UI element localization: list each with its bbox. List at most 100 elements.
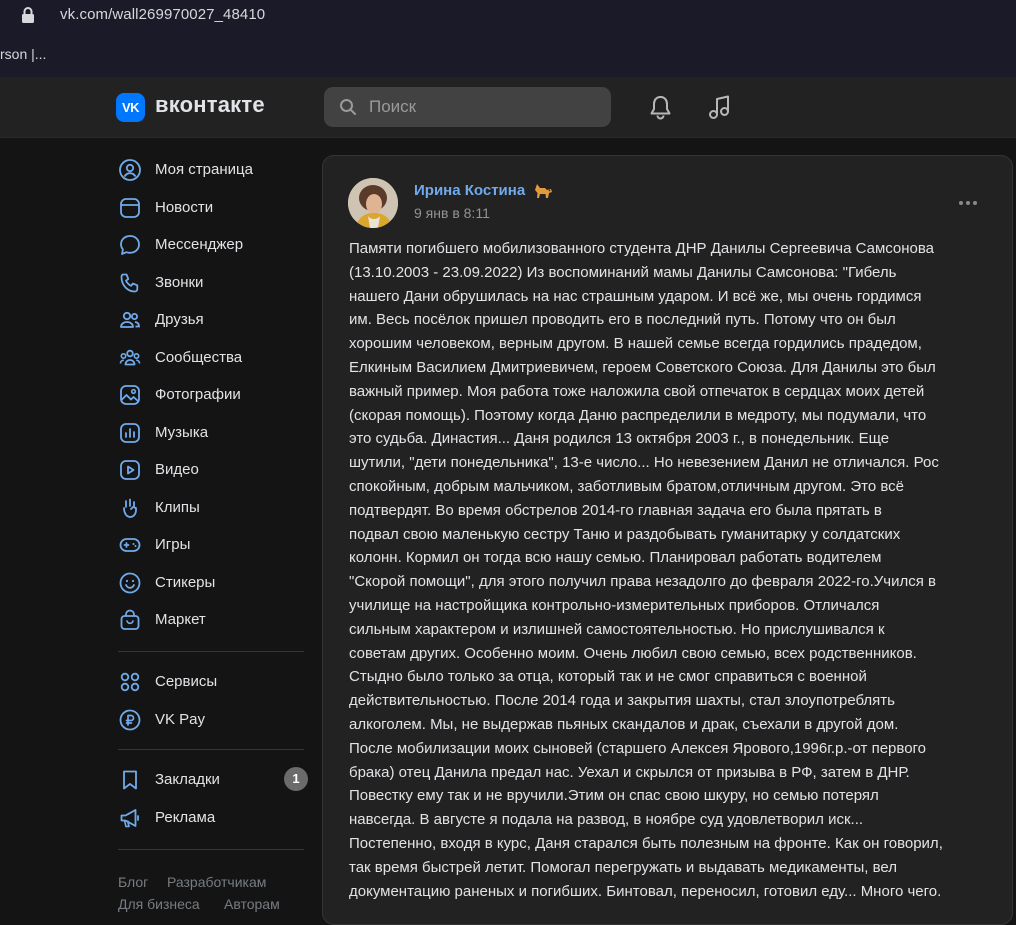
sidebar-item-vk-pay[interactable]: VK Pay xyxy=(116,702,311,736)
post-text-line: Стыдно было только за отца, который так … xyxy=(349,668,867,686)
post-text-line: навсегда. В августе я подала на развод, … xyxy=(349,811,864,829)
photo-icon xyxy=(120,385,140,405)
url-text[interactable]: vk.com/wall269970027_48410 xyxy=(60,6,265,23)
browser-address-bar: vk.com/wall269970027_48410 xyxy=(0,0,1016,32)
post-text-line: важный пример. Моя работа тоже наложила … xyxy=(349,382,925,400)
sidebar-item-label: Сообщества xyxy=(155,348,243,366)
post-text-line: подтвердят. Во время обстрелов 2014-го г… xyxy=(349,501,882,519)
sidebar-item-my-page[interactable]: Моя страница xyxy=(116,152,311,186)
search-input[interactable] xyxy=(369,87,599,127)
post-text-line: Повестку ему так и не вручили.Этим он сп… xyxy=(349,787,879,805)
avatar-image xyxy=(348,178,398,228)
post-timestamp[interactable]: 9 янв в 8:11 xyxy=(414,205,490,221)
sidebar-item-video[interactable]: Видео xyxy=(116,452,311,486)
post-text-line: хорошим человеком, верным другом. В наше… xyxy=(349,335,922,353)
music-note-icon[interactable] xyxy=(707,94,733,121)
post-text-line: шутили, "дети понедельника", 13-е число.… xyxy=(349,454,939,472)
message-icon xyxy=(120,235,140,255)
sidebar-item-label: Моя страница xyxy=(155,161,253,178)
sidebar-item-services[interactable]: Сервисы xyxy=(116,664,311,698)
sidebar-item-photos[interactable]: Фотографии xyxy=(116,377,311,411)
author-avatar[interactable] xyxy=(348,178,398,228)
search-box[interactable] xyxy=(324,87,611,127)
post-text-line: брака) отец Данила предал нас. Уехал и с… xyxy=(349,763,910,781)
sidebar-item-stickers[interactable]: Стикеры xyxy=(116,565,311,599)
post-text-line: Памяти погибшего мобилизованного студент… xyxy=(349,240,935,257)
post-text-line: советам других. Особенно моим. Очень люб… xyxy=(349,644,917,662)
sidebar-item-label: Сервисы xyxy=(155,673,218,690)
sidebar-item-label: Стикеры xyxy=(155,573,216,591)
post-text-line: подвал свою маленькую сестру Таню и разд… xyxy=(349,525,901,543)
post-text-line: так время быстрей летит. Помогал перегру… xyxy=(349,858,898,876)
post-text-line: училище на настройщика контрольно-измери… xyxy=(349,596,880,614)
friends-icon xyxy=(120,311,140,328)
sidebar-item-friends[interactable]: Друзья xyxy=(116,302,311,336)
bookmarks-count-badge: 1 xyxy=(284,767,308,791)
post-text-line: это судьба. Династия... Даня родился 13 … xyxy=(349,430,890,448)
clips-icon xyxy=(123,498,137,518)
more-options-icon[interactable] xyxy=(956,191,980,215)
sidebar-item-messenger[interactable]: Мессенджер xyxy=(116,227,311,261)
sidebar-item-label: VK Pay xyxy=(155,710,206,728)
sidebar-item-ads[interactable]: Реклама xyxy=(116,800,311,834)
bookmark-icon xyxy=(123,770,137,790)
post-text: Памяти погибшего мобилизованного студент… xyxy=(349,237,991,903)
sidebar-item-label: Звонки xyxy=(155,273,204,291)
phone-icon xyxy=(120,273,139,292)
search-icon xyxy=(340,99,356,115)
sidebar-item-clips[interactable]: Клипы xyxy=(116,490,311,524)
wall-post: Ирина Костина 9 янв в 8:11 Памяти погибш… xyxy=(322,155,1013,925)
lock-icon xyxy=(22,7,34,23)
sidebar-item-games[interactable]: Игры xyxy=(116,527,311,561)
sidebar-item-label: Закладки xyxy=(155,771,220,788)
post-author-name[interactable]: Ирина Костина xyxy=(414,182,525,199)
sidebar-item-label: Мессенджер xyxy=(155,236,244,253)
sidebar-item-calls[interactable]: Звонки xyxy=(116,265,311,299)
post-text-line: (13.10.2003 - 23.09.2022) Из воспоминани… xyxy=(349,263,897,281)
post-text-line: действительностью. После 2014 года и зак… xyxy=(349,692,895,710)
communities-icon xyxy=(119,349,141,365)
sidebar-divider xyxy=(118,849,304,850)
footer-link-developers[interactable]: Разработчикам xyxy=(167,874,266,890)
dog-icon xyxy=(535,184,552,198)
music-icon xyxy=(120,422,140,443)
news-icon xyxy=(120,197,140,218)
sidebar-divider xyxy=(118,651,304,652)
sidebar-item-market[interactable]: Маркет xyxy=(116,602,311,636)
sidebar-item-label: Фотографии xyxy=(155,386,241,403)
sticker-icon xyxy=(119,572,141,593)
footer-link-blog[interactable]: Блог xyxy=(118,874,148,890)
post-text-line: Постепенно, входя в курс, Даня старался … xyxy=(349,834,943,852)
sidebar-item-label: Новости xyxy=(155,198,214,216)
post-text-line: нашего Дани обрушилась на нас страшным у… xyxy=(349,287,922,305)
vkpay-icon xyxy=(119,709,141,730)
bell-icon[interactable] xyxy=(648,94,673,121)
vk-logo-icon[interactable]: VK xyxy=(116,93,145,122)
video-icon xyxy=(120,460,140,480)
sidebar-item-music[interactable]: Музыка xyxy=(116,415,311,449)
post-text-line: (скорая помощь). Поэтому когда Даню расп… xyxy=(349,406,927,424)
gamepad-icon xyxy=(119,538,141,552)
sidebar-item-bookmarks[interactable]: Закладки 1 xyxy=(116,762,311,796)
bookmarks-bar: rson |... xyxy=(0,32,1016,77)
sidebar-item-label: Маркет xyxy=(155,611,206,628)
user-circle-icon xyxy=(119,159,141,181)
sidebar-item-label: Друзья xyxy=(155,311,204,328)
post-text-line: им. Весь посёлок пришел проводить его в … xyxy=(349,311,896,329)
post-text-line: "Скорой помощи", для этого получил права… xyxy=(349,573,936,591)
vk-logo-text[interactable]: вконтакте xyxy=(155,92,265,118)
sidebar-item-news[interactable]: Новости xyxy=(116,190,311,224)
bookmark-item[interactable]: rson |... xyxy=(0,46,46,62)
post-text-line: спокойным, добрым мальчиком, заботливым … xyxy=(349,477,904,495)
post-text-line: После мобилизации моих сыновей (старшего… xyxy=(349,739,927,757)
sidebar-item-communities[interactable]: Сообщества xyxy=(116,340,311,374)
market-icon xyxy=(120,609,140,630)
services-icon xyxy=(120,672,140,692)
sidebar-item-label: Игры xyxy=(155,536,191,553)
post-text-line: документацию раненых и погибших. Бинтова… xyxy=(349,882,942,900)
post-text-line: колонн. Кормил он тогда всю нашу семью. … xyxy=(349,549,882,567)
vk-header: VK вконтакте xyxy=(0,77,1016,138)
sidebar-divider xyxy=(118,749,304,750)
post-text-line: Елкиным Василием Дмитриевичем, героем Со… xyxy=(349,358,936,376)
post-text-line: сильным характером и излишней самостояте… xyxy=(349,620,885,638)
